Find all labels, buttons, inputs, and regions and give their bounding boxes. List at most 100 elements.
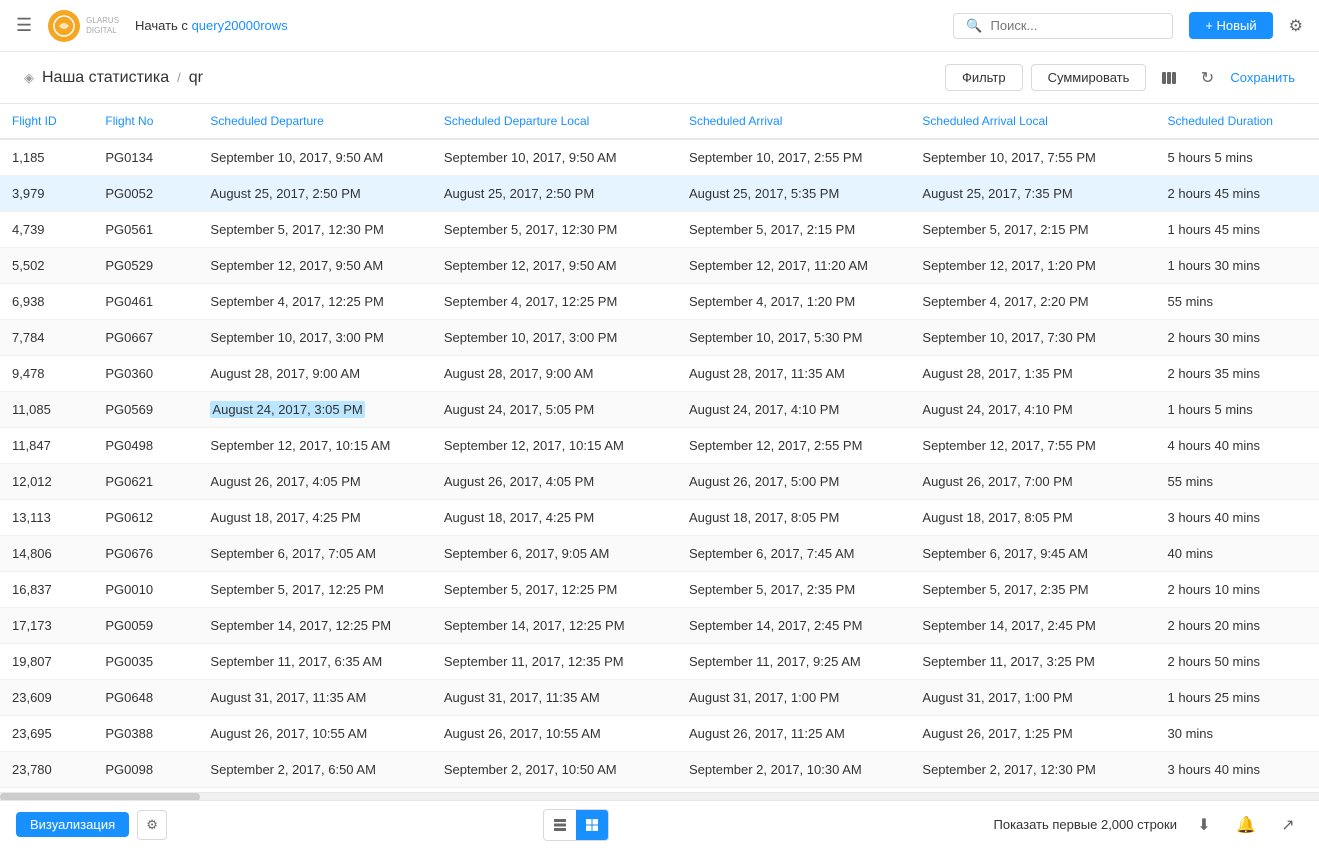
summarize-button[interactable]: Суммировать — [1031, 64, 1147, 91]
cell-flight_no: PG0010 — [93, 572, 198, 608]
cell-sched_arr_local: August 31, 2017, 1:00 PM — [910, 680, 1155, 716]
table-row[interactable]: 1,185PG0134September 10, 2017, 9:50 AM Se… — [0, 139, 1319, 176]
visualization-button[interactable]: Визуализация — [16, 812, 129, 837]
cell-flight_id: 3,979 — [0, 176, 93, 212]
cell-sched_dep_local: September 12, 2017, 9:50 AM — [432, 248, 677, 284]
table-view-button[interactable] — [544, 810, 576, 840]
cell-flight_id: 17,173 — [0, 608, 93, 644]
cell-flight_id: 11,847 — [0, 428, 93, 464]
table-row[interactable]: 11,847PG0498September 12, 2017, 10:15 AM… — [0, 428, 1319, 464]
gear-icon: ⚙ — [146, 817, 158, 833]
table-row[interactable]: 23,695PG0388August 26, 2017, 10:55 AMAug… — [0, 716, 1319, 752]
search-bar[interactable]: 🔍 — [953, 13, 1173, 39]
cell-flight_id: 1,185 — [0, 139, 93, 176]
cell-sched_arr: August 25, 2017, 5:35 PM — [677, 176, 910, 212]
table-row[interactable]: 19,807PG0035September 11, 2017, 6:35 AMS… — [0, 644, 1319, 680]
table-row[interactable]: 14,806PG0676September 6, 2017, 7:05 AMSe… — [0, 536, 1319, 572]
cell-sched_dur: 2 hours 45 mins — [1156, 176, 1319, 212]
cell-sched_dur: 1 hours 45 mins — [1156, 212, 1319, 248]
cell-flight_no: PG0529 — [93, 248, 198, 284]
cell-flight_no: PG0134 — [93, 139, 198, 176]
cell-sched_dep: September 10, 2017, 9:50 AM — [198, 139, 431, 176]
cell-sched_dur: 2 hours 20 mins — [1156, 608, 1319, 644]
cell-sched_arr: August 18, 2017, 8:05 PM — [677, 500, 910, 536]
cell-sched_arr: August 24, 2017, 4:10 PM — [677, 392, 910, 428]
rows-info: Показать первые 2,000 строки — [994, 817, 1177, 832]
cell-sched_arr_local: August 24, 2017, 4:10 PM — [910, 392, 1155, 428]
table-row[interactable]: 5,502PG0529September 12, 2017, 9:50 AMSe… — [0, 248, 1319, 284]
col-header-sched-dep[interactable]: Scheduled Departure — [198, 104, 431, 139]
footer: Визуализация ⚙ Показать первые 2,000 стр… — [0, 800, 1319, 848]
cell-sched_dur: 3 hours 40 mins — [1156, 752, 1319, 788]
col-header-flight-id[interactable]: Flight ID — [0, 104, 93, 139]
table-row[interactable]: 23,609PG0648August 31, 2017, 11:35 AMAug… — [0, 680, 1319, 716]
cell-flight_no: PG0621 — [93, 464, 198, 500]
table-row[interactable]: 6,938PG0461September 4, 2017, 12:25 PMSe… — [0, 284, 1319, 320]
table-row[interactable]: 3,979PG0052August 25, 2017, 2:50 PMAugus… — [0, 176, 1319, 212]
cell-flight_no: PG0667 — [93, 320, 198, 356]
cell-sched_dep: August 26, 2017, 4:05 PM — [198, 464, 431, 500]
export-button[interactable]: ↗ — [1273, 810, 1303, 840]
cell-sched_dep_local: September 5, 2017, 12:30 PM — [432, 212, 677, 248]
cell-flight_id: 12,012 — [0, 464, 93, 500]
columns-icon-button[interactable] — [1154, 63, 1184, 93]
cell-sched_dep: September 5, 2017, 12:25 PM — [198, 572, 431, 608]
col-header-sched-arr-local[interactable]: Scheduled Arrival Local — [910, 104, 1155, 139]
breadcrumb-divider: / — [177, 70, 181, 85]
nav-link[interactable]: query20000rows — [192, 18, 288, 33]
table-row[interactable]: 23,780PG0098September 2, 2017, 6:50 AMSe… — [0, 752, 1319, 788]
settings-gear-button[interactable]: ⚙ — [137, 810, 167, 840]
cell-sched_dep: August 28, 2017, 9:00 AM — [198, 356, 431, 392]
table-row[interactable]: 16,837PG0010September 5, 2017, 12:25 PMS… — [0, 572, 1319, 608]
cell-flight_no: PG0561 — [93, 212, 198, 248]
save-link[interactable]: Сохранить — [1230, 70, 1295, 85]
new-button[interactable]: + Новый — [1189, 12, 1272, 39]
cell-sched_arr_local: August 26, 2017, 1:25 PM — [910, 716, 1155, 752]
table-row[interactable]: 11,085PG0569August 24, 2017, 3:05 PMAugu… — [0, 392, 1319, 428]
cell-sched_arr_local: August 28, 2017, 1:35 PM — [910, 356, 1155, 392]
alert-button[interactable]: 🔔 — [1231, 810, 1261, 840]
cell-flight_no: PG0676 — [93, 536, 198, 572]
cell-sched_arr: September 6, 2017, 7:45 AM — [677, 536, 910, 572]
col-header-sched-arr[interactable]: Scheduled Arrival — [677, 104, 910, 139]
data-table: Flight ID Flight No Scheduled Departure … — [0, 104, 1319, 788]
cell-sched_dep_local: September 14, 2017, 12:25 PM — [432, 608, 677, 644]
cell-sched_dep_local: August 18, 2017, 4:25 PM — [432, 500, 677, 536]
table-row[interactable]: 4,739PG0561September 5, 2017, 12:30 PMSe… — [0, 212, 1319, 248]
breadcrumb-bar: ◈ Наша статистика / qr Фильтр Суммироват… — [0, 52, 1319, 104]
cell-flight_no: PG0648 — [93, 680, 198, 716]
cell-sched_dur: 40 mins — [1156, 536, 1319, 572]
cell-sched_arr: September 10, 2017, 2:55 PM — [677, 139, 910, 176]
cell-flight_no: PG0569 — [93, 392, 198, 428]
horizontal-scrollbar[interactable] — [0, 792, 1319, 800]
col-header-flight-no[interactable]: Flight No — [93, 104, 198, 139]
grid-view-button[interactable] — [576, 810, 608, 840]
cell-sched_dep_local: September 5, 2017, 12:25 PM — [432, 572, 677, 608]
settings-icon[interactable]: ⚙ — [1289, 16, 1303, 36]
cell-sched_arr: August 26, 2017, 5:00 PM — [677, 464, 910, 500]
search-icon: 🔍 — [966, 18, 982, 34]
table-container[interactable]: Flight ID Flight No Scheduled Departure … — [0, 104, 1319, 792]
cell-sched_dep: August 24, 2017, 3:05 PM — [198, 392, 431, 428]
cell-sched_dur: 1 hours 25 mins — [1156, 680, 1319, 716]
cell-sched_arr_local: August 18, 2017, 8:05 PM — [910, 500, 1155, 536]
hamburger-icon[interactable]: ☰ — [16, 15, 32, 36]
cell-sched_dur: 4 hours 40 mins — [1156, 428, 1319, 464]
cell-flight_id: 16,837 — [0, 572, 93, 608]
refresh-button[interactable]: ↻ — [1192, 63, 1222, 93]
cell-flight_id: 23,609 — [0, 680, 93, 716]
col-header-sched-dur[interactable]: Scheduled Duration — [1156, 104, 1319, 139]
cell-sched_dur: 55 mins — [1156, 284, 1319, 320]
table-row[interactable]: 9,478PG0360August 28, 2017, 9:00 AMAugus… — [0, 356, 1319, 392]
search-input[interactable] — [991, 18, 1161, 33]
table-row[interactable]: 12,012PG0621August 26, 2017, 4:05 PMAugu… — [0, 464, 1319, 500]
download-button[interactable]: ⬇ — [1189, 810, 1219, 840]
cell-sched_dur: 3 hours 40 mins — [1156, 500, 1319, 536]
filter-button[interactable]: Фильтр — [945, 64, 1023, 91]
cell-sched_arr: September 4, 2017, 1:20 PM — [677, 284, 910, 320]
table-row[interactable]: 13,113PG0612August 18, 2017, 4:25 PMAugu… — [0, 500, 1319, 536]
table-row[interactable]: 17,173PG0059September 14, 2017, 12:25 PM… — [0, 608, 1319, 644]
cell-sched_dep_local: August 26, 2017, 4:05 PM — [432, 464, 677, 500]
table-row[interactable]: 7,784PG0667September 10, 2017, 3:00 PMSe… — [0, 320, 1319, 356]
col-header-sched-dep-local[interactable]: Scheduled Departure Local — [432, 104, 677, 139]
